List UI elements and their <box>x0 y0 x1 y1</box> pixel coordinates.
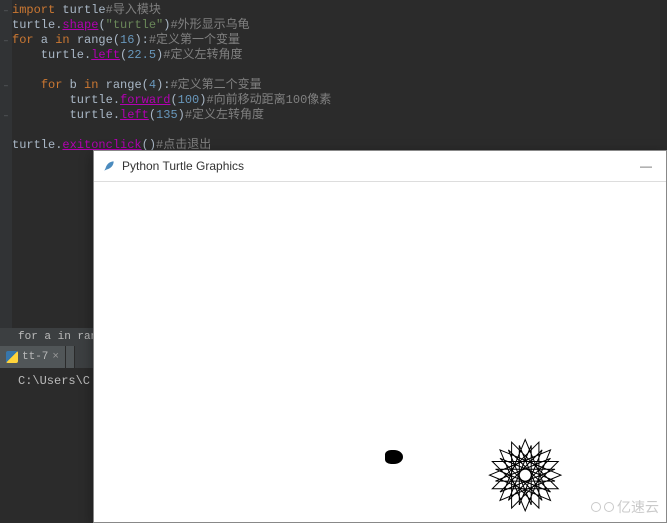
code-line: import turtle#导入模块 <box>12 3 667 18</box>
code-line: turtle.forward(100)#向前移动距离100像素 <box>12 93 667 108</box>
run-tab-extra[interactable] <box>66 346 75 368</box>
code-line: turtle.left(135)#定义左转角度 <box>12 108 667 123</box>
fold-marker[interactable]: – <box>0 33 12 48</box>
watermark-text: 亿速云 <box>617 497 659 517</box>
code-line <box>12 123 667 138</box>
code-line: turtle.shape("turtle")#外形显示乌龟 <box>12 18 667 33</box>
turtle-canvas[interactable]: 亿速云 <box>95 182 665 521</box>
watermark-icon <box>591 502 601 512</box>
turtle-cursor-icon <box>385 450 403 464</box>
close-icon[interactable]: × <box>52 351 59 363</box>
run-tab[interactable]: tt-7 × <box>0 346 66 368</box>
python-icon <box>6 351 18 363</box>
code-line: for a in range(16):#定义第一个变量 <box>12 33 667 48</box>
turtle-drawing <box>400 392 600 522</box>
code-line <box>12 63 667 78</box>
window-titlebar[interactable]: Python Turtle Graphics — <box>94 151 666 182</box>
fold-marker[interactable]: – <box>0 3 12 18</box>
minimize-icon[interactable]: — <box>634 159 658 173</box>
code-line: turtle.left(22.5)#定义左转角度 <box>12 48 667 63</box>
code-line: for b in range(4):#定义第二个变量 <box>12 78 667 93</box>
feather-icon <box>102 159 116 173</box>
fold-marker[interactable]: – <box>0 108 12 123</box>
window-title: Python Turtle Graphics <box>122 159 244 173</box>
fold-marker[interactable]: – <box>0 78 12 93</box>
tab-label: tt-7 <box>22 351 48 363</box>
watermark-icon <box>604 502 614 512</box>
turtle-window[interactable]: Python Turtle Graphics — 亿速云 <box>93 150 667 523</box>
watermark: 亿速云 <box>591 497 659 517</box>
